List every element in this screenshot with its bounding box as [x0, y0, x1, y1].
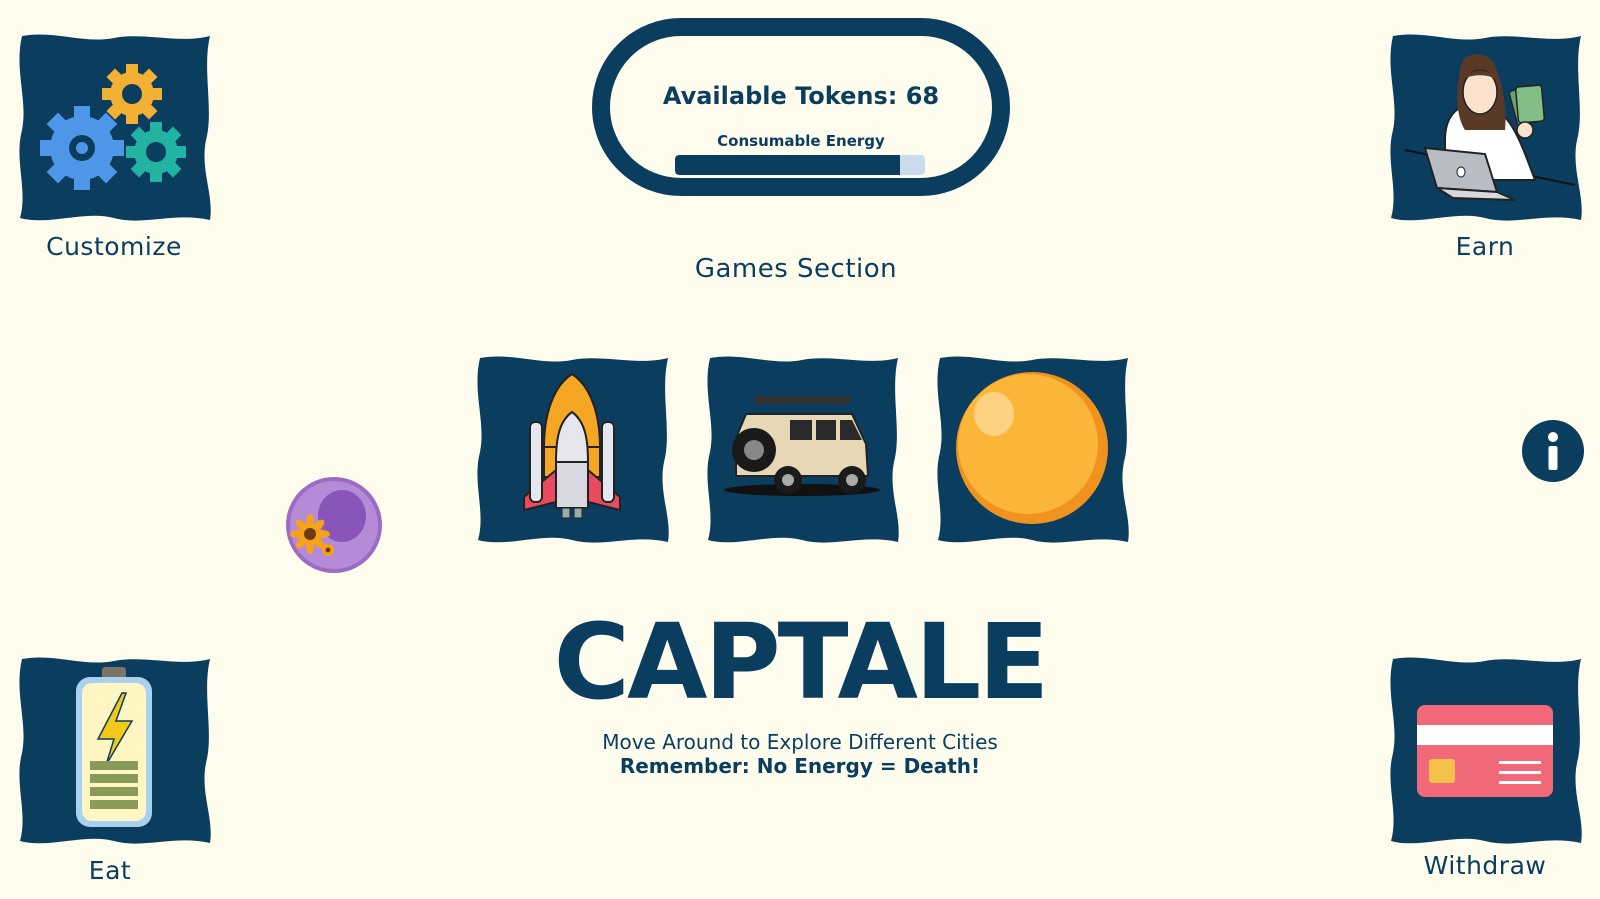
customize-label: Customize: [46, 232, 182, 261]
customize-button[interactable]: [14, 30, 214, 222]
withdraw-label: Withdraw: [1423, 851, 1547, 880]
battery-icon: [76, 667, 152, 827]
woman-laptop-icon: [1404, 54, 1576, 201]
withdraw-button[interactable]: [1385, 653, 1585, 845]
earn-label: Earn: [1455, 232, 1515, 261]
token-panel: Available Tokens: 68 Consumable Energy: [592, 18, 1010, 196]
game-tile-shuttle[interactable]: [472, 352, 672, 544]
energy-bar: [675, 155, 925, 175]
jeep-icon: [724, 396, 880, 496]
info-button[interactable]: [1522, 420, 1584, 482]
space-shuttle-icon: [523, 372, 621, 519]
game-title: CAPTALE: [553, 601, 1050, 723]
eat-label: Eat: [88, 856, 132, 885]
game-tile-ball[interactable]: [932, 352, 1132, 544]
energy-warning: Remember: No Energy = Death!: [619, 754, 981, 778]
game-subtitle: Move Around to Explore Different Cities: [602, 730, 998, 754]
orange-ball-icon: [956, 372, 1108, 524]
energy-bar-fill: [675, 155, 900, 175]
available-tokens-text: Available Tokens: 68: [662, 82, 940, 110]
energy-label: Consumable Energy: [717, 132, 885, 150]
eat-button[interactable]: [14, 653, 214, 845]
player-avatar[interactable]: [284, 476, 384, 574]
earn-button[interactable]: [1385, 30, 1585, 222]
credit-card-icon: [1417, 705, 1553, 797]
purple-hat-icon: [286, 477, 382, 573]
games-section-heading: Games Section: [694, 254, 898, 284]
gears-icon: [40, 64, 186, 190]
game-tile-jeep[interactable]: [702, 352, 902, 544]
info-icon: [1548, 432, 1558, 470]
